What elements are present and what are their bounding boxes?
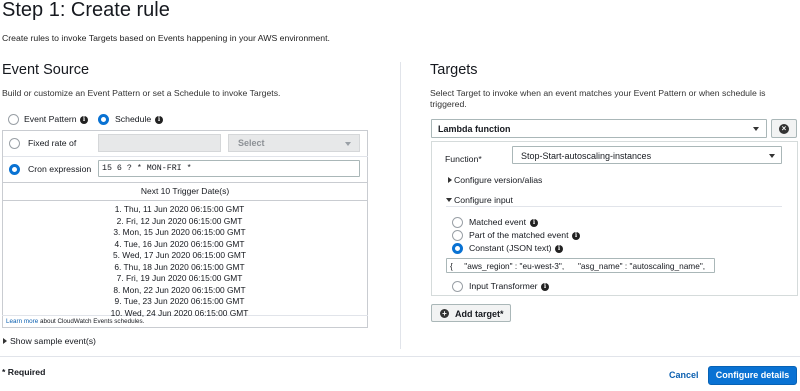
event-source-description: Build or customize an Event Pattern or s…	[2, 88, 281, 98]
part-matched-event-label[interactable]: Part of the matched event	[469, 230, 568, 240]
caret-right-icon[interactable]	[448, 177, 452, 183]
function-label: Function*	[445, 154, 482, 164]
constant-json-radio[interactable]	[452, 243, 463, 254]
learn-more-suffix: about CloudWatch Events schedules.	[38, 318, 145, 325]
targets-description: Select Target to invoke when an event ma…	[430, 88, 766, 109]
targets-heading: Targets	[430, 62, 478, 78]
column-divider	[400, 62, 401, 349]
configure-details-button[interactable]: Configure details	[708, 366, 797, 385]
configure-version-toggle[interactable]: Configure version/alias	[454, 175, 542, 185]
trigger-dates-header: Next 10 Trigger Date(s)	[140, 186, 230, 196]
learn-more-link[interactable]: Learn more	[6, 318, 38, 325]
constant-json-input[interactable]: { "aws_region" : "eu-west-3", "asg_name"…	[446, 258, 715, 273]
show-sample-events-toggle[interactable]: Show sample event(s)	[10, 336, 96, 346]
schedule-label[interactable]: Schedule	[115, 114, 151, 124]
cron-expression-value: 15 6 ? * MON-FRI *	[102, 164, 192, 173]
fixed-rate-input[interactable]	[98, 134, 221, 152]
fixed-rate-radio[interactable]	[9, 138, 20, 149]
caret-down-icon[interactable]	[446, 198, 452, 202]
event-pattern-label[interactable]: Event Pattern	[24, 114, 77, 124]
add-target-button[interactable]: + Add target*	[431, 304, 511, 322]
schedule-radio[interactable]	[98, 114, 109, 125]
plus-icon: +	[440, 309, 449, 318]
learn-more-note: Learn more about CloudWatch Events sched…	[6, 318, 144, 325]
chevron-down-icon	[753, 127, 759, 131]
chevron-down-icon	[769, 154, 775, 158]
list-item: 3. Mon, 15 Jun 2020 06:15:00 GMT	[113, 227, 246, 237]
info-icon[interactable]: i	[572, 232, 580, 240]
page-subtitle: Create rules to invoke Targets based on …	[2, 33, 330, 43]
caret-right-icon[interactable]	[3, 338, 7, 344]
list-item: 4. Tue, 16 Jun 2020 06:15:00 GMT	[114, 238, 245, 249]
list-item: 8. Mon, 22 Jun 2020 06:15:00 GMT	[113, 284, 246, 295]
cron-expression-input[interactable]: 15 6 ? * MON-FRI *	[98, 160, 360, 177]
info-icon[interactable]: i	[80, 116, 88, 124]
fixed-rate-label[interactable]: Fixed rate of	[28, 138, 76, 148]
event-source-heading: Event Source	[2, 62, 90, 78]
info-icon[interactable]: i	[541, 283, 549, 291]
chevron-down-icon	[345, 142, 351, 146]
list-item: 7. Fri, 19 Jun 2020 06:15:00 GMT	[116, 273, 243, 283]
list-item: 1. Thu, 11 Jun 2020 06:15:00 GMT	[114, 204, 245, 214]
matched-event-label[interactable]: Matched event	[469, 217, 526, 227]
footer-divider	[0, 356, 800, 357]
section-divider	[446, 206, 782, 207]
target-type-value: Lambda function	[438, 124, 511, 134]
info-icon[interactable]: i	[155, 116, 163, 124]
matched-event-radio[interactable]	[452, 217, 463, 228]
add-target-label: Add target*	[455, 309, 504, 319]
configure-input-toggle[interactable]: Configure input	[454, 195, 513, 205]
info-icon[interactable]: i	[555, 245, 563, 253]
panel-border	[2, 130, 3, 182]
list-item: 2. Fri, 12 Jun 2020 06:15:00 GMT	[116, 215, 243, 226]
panel-divider	[2, 182, 368, 183]
info-icon[interactable]: i	[530, 219, 538, 227]
function-value: Stop-Start-autoscaling-instances	[521, 151, 652, 161]
unit-select[interactable]: Select	[228, 134, 360, 152]
panel-divider	[2, 156, 368, 157]
cancel-link[interactable]: Cancel	[669, 370, 699, 380]
unit-select-placeholder: Select	[238, 138, 265, 148]
event-pattern-radio[interactable]	[8, 114, 19, 125]
trigger-dates-list: 1. Thu, 11 Jun 2020 06:15:00 GMT 2. Fri,…	[2, 204, 357, 319]
target-type-select[interactable]: Lambda function	[431, 119, 767, 138]
input-transformer-radio[interactable]	[452, 281, 463, 292]
part-matched-event-radio[interactable]	[452, 230, 463, 241]
constant-json-value: { "aws_region" : "eu-west-3", "asg_name"…	[450, 261, 706, 271]
list-item: 6. Thu, 18 Jun 2020 06:15:00 GMT	[114, 261, 245, 272]
function-select[interactable]: Stop-Start-autoscaling-instances	[512, 146, 782, 164]
input-transformer-label[interactable]: Input Transformer	[469, 281, 538, 291]
remove-target-button[interactable]: ×	[771, 119, 797, 138]
cron-label[interactable]: Cron expression	[28, 164, 91, 174]
cron-radio[interactable]	[9, 164, 20, 175]
list-item: 9. Tue, 23 Jun 2020 06:15:00 GMT	[114, 296, 245, 306]
panel-divider	[2, 200, 368, 201]
page-title: Step 1: Create rule	[2, 0, 170, 21]
constant-json-label[interactable]: Constant (JSON text)	[469, 243, 552, 253]
required-note: * Required	[2, 367, 46, 377]
list-item: 5. Wed, 17 Jun 2020 06:15:00 GMT	[113, 250, 246, 260]
close-icon: ×	[779, 124, 789, 134]
